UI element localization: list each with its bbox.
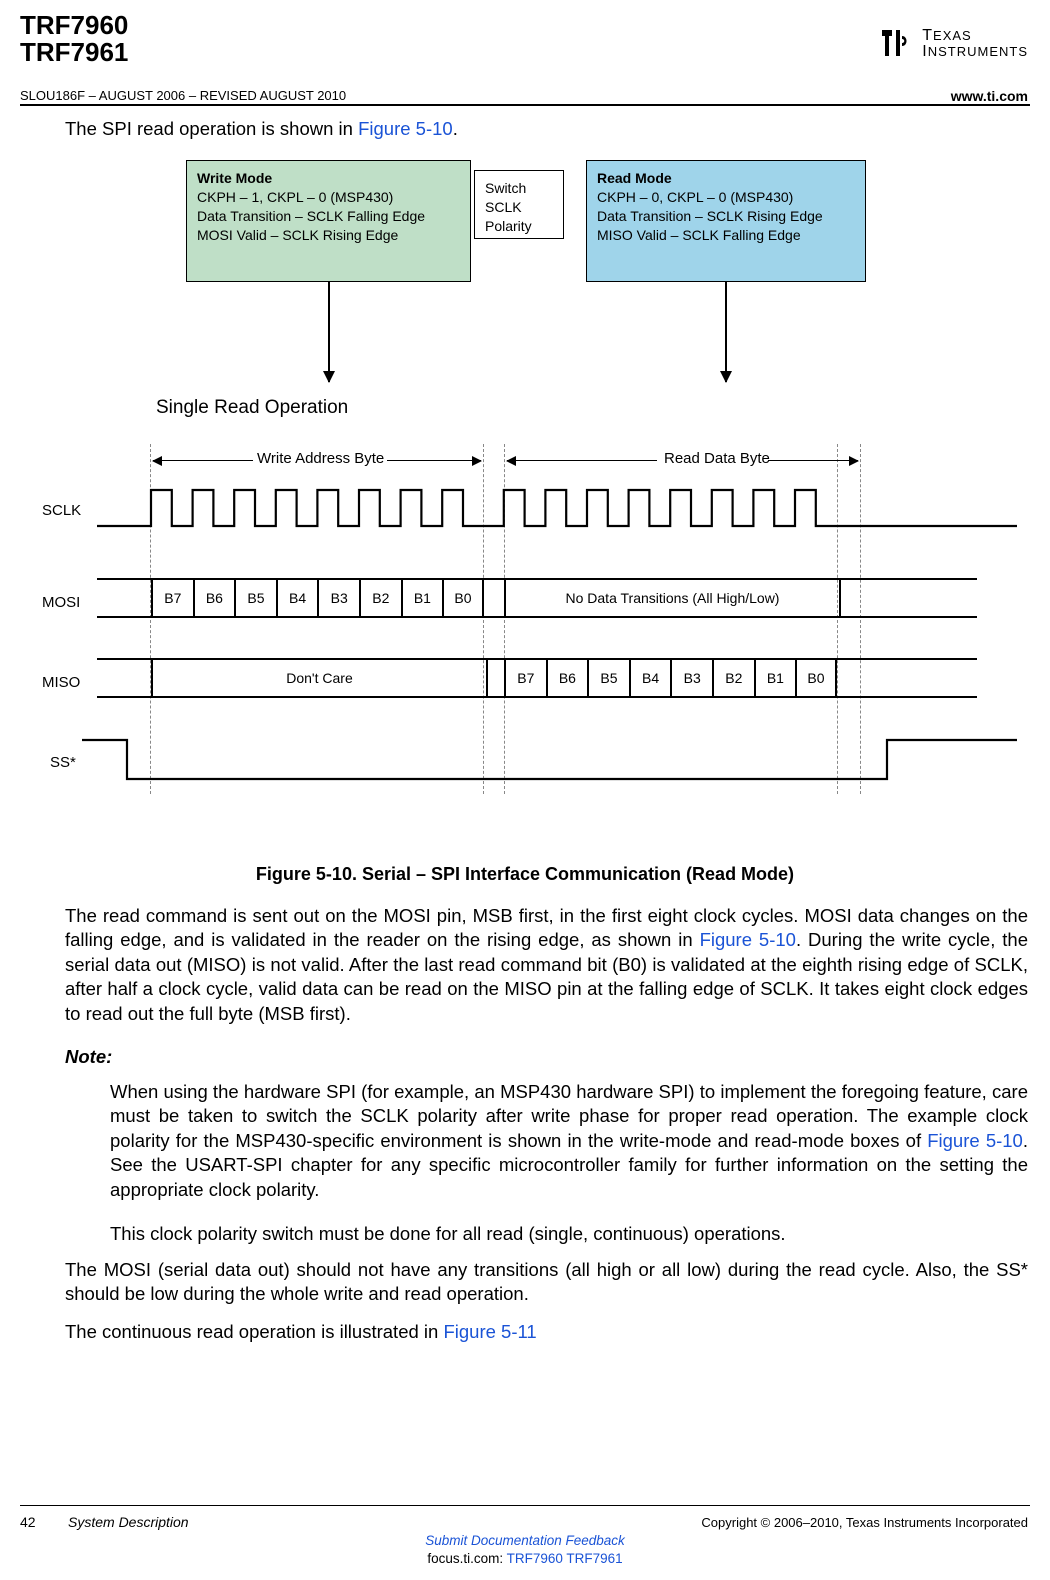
read-mode-l3: MISO Valid – SCLK Falling Edge xyxy=(597,226,855,245)
para-1: The read command is sent out on the MOSI… xyxy=(65,904,1028,1026)
miso-b4: B4 xyxy=(629,660,671,696)
footer-copyright: Copyright © 2006–2010, Texas Instruments… xyxy=(701,1515,1028,1530)
mosi-b7: B7 xyxy=(151,580,193,616)
switch-box: Switch SCLK Polarity xyxy=(474,170,564,239)
footer-center: Submit Documentation Feedback focus.ti.c… xyxy=(0,1532,1050,1568)
arrow-write-right xyxy=(387,460,481,461)
para-3: The continuous read operation is illustr… xyxy=(65,1320,1028,1344)
write-mode-title: Write Mode xyxy=(197,169,460,188)
note-body-2: This clock polarity switch must be done … xyxy=(110,1222,1028,1246)
part2: TRF7961 xyxy=(20,37,128,67)
read-mode-l2: Data Transition – SCLK Rising Edge xyxy=(597,207,855,226)
intro-post: . xyxy=(453,118,458,139)
link-figure-5-10[interactable]: Figure 5-10 xyxy=(358,118,453,139)
switch-l3: Polarity xyxy=(485,217,553,236)
page: TRF7960 TRF7961 TEXAS INSTRUMENTS SLOU18… xyxy=(0,0,1050,1580)
link-focus-product[interactable]: TRF7960 TRF7961 xyxy=(507,1551,623,1566)
header-rule xyxy=(20,104,1030,106)
mosi-label: MOSI xyxy=(42,594,80,611)
sclk-label: SCLK xyxy=(42,502,81,519)
arrow-down-write xyxy=(328,282,330,382)
read-mode-box: Read Mode CKPH – 0, CKPL – 0 (MSP430) Da… xyxy=(586,160,866,282)
miso-b1: B1 xyxy=(754,660,796,696)
arrow-read-left xyxy=(507,460,657,461)
note-title: Note: xyxy=(65,1046,112,1068)
miso-b5: B5 xyxy=(587,660,629,696)
mosi-b6: B6 xyxy=(193,580,235,616)
miso-dont-care: Don't Care xyxy=(151,660,488,696)
note1a: When using the hardware SPI (for example… xyxy=(110,1081,1028,1151)
write-mode-l2: Data Transition – SCLK Falling Edge xyxy=(197,207,460,226)
doc-number: SLOU186F – AUGUST 2006 – REVISED AUGUST … xyxy=(20,88,346,103)
mode-boxes: Write Mode CKPH – 1, CKPL – 0 (MSP430) D… xyxy=(186,160,1006,295)
arrow-down-read xyxy=(725,282,727,382)
read-mode-title: Read Mode xyxy=(597,169,855,188)
mosi-b1: B1 xyxy=(401,580,443,616)
mosi-b0: B0 xyxy=(442,580,484,616)
footer-rule xyxy=(20,1505,1030,1506)
para-2: The MOSI (serial data out) should not ha… xyxy=(65,1258,1028,1307)
switch-l2: SCLK xyxy=(485,198,553,217)
intro-pre: The SPI read operation is shown in xyxy=(65,118,358,139)
ss-waveform xyxy=(82,732,1017,787)
miso-label: MISO xyxy=(42,674,80,691)
mosi-b2: B2 xyxy=(359,580,401,616)
link-submit-feedback[interactable]: Submit Documentation Feedback xyxy=(425,1533,625,1548)
ss-label: SS* xyxy=(50,754,76,771)
link-figure-5-11[interactable]: Figure 5-11 xyxy=(443,1321,536,1342)
sclk-waveform xyxy=(97,486,1017,528)
write-mode-l3: MOSI Valid – SCLK Rising Edge xyxy=(197,226,460,245)
part1: TRF7960 xyxy=(20,10,128,40)
mosi-track: B7 B6 B5 B4 B3 B2 B1 B0 No Data Transiti… xyxy=(97,578,977,618)
intro-para: The SPI read operation is shown in Figur… xyxy=(65,118,1028,140)
link-figure-5-10-c[interactable]: Figure 5-10 xyxy=(927,1130,1023,1151)
note-body-1: When using the hardware SPI (for example… xyxy=(110,1080,1028,1202)
arrow-read-right xyxy=(768,460,858,461)
p3-a: The continuous read operation is illustr… xyxy=(65,1321,443,1342)
read-data-label: Read Data Byte xyxy=(664,450,770,467)
write-address-label: Write Address Byte xyxy=(257,450,384,467)
miso-b3: B3 xyxy=(670,660,712,696)
mosi-b5: B5 xyxy=(234,580,276,616)
miso-b7: B7 xyxy=(504,660,546,696)
miso-b6: B6 xyxy=(546,660,588,696)
part-numbers: TRF7960 TRF7961 xyxy=(20,12,128,67)
switch-l1: Switch xyxy=(485,179,553,198)
header-url[interactable]: www.ti.com xyxy=(951,88,1028,104)
miso-track: Don't Care B7 B6 B5 B4 B3 B2 B1 B0 xyxy=(97,658,977,698)
ti-logo: TEXAS INSTRUMENTS xyxy=(876,24,1028,64)
write-mode-box: Write Mode CKPH – 1, CKPL – 0 (MSP430) D… xyxy=(186,160,471,282)
miso-b0: B0 xyxy=(795,660,837,696)
miso-b2: B2 xyxy=(712,660,754,696)
footer-page: 42 xyxy=(20,1514,36,1530)
single-read-label: Single Read Operation xyxy=(156,397,348,419)
mosi-b3: B3 xyxy=(317,580,359,616)
timing-diagram: Write Address Byte Read Data Byte SCLK M… xyxy=(42,442,1032,832)
read-mode-l1: CKPH – 0, CKPL – 0 (MSP430) xyxy=(597,188,855,207)
footer-focus-pre: focus.ti.com: xyxy=(427,1551,506,1566)
arrow-write-left xyxy=(153,460,253,461)
write-mode-l1: CKPH – 1, CKPL – 0 (MSP430) xyxy=(197,188,460,207)
link-figure-5-10-b[interactable]: Figure 5-10 xyxy=(700,929,796,950)
figure-caption: Figure 5-10. Serial – SPI Interface Comm… xyxy=(0,864,1050,885)
footer-section: System Description xyxy=(68,1514,189,1530)
mosi-no-data: No Data Transitions (All High/Low) xyxy=(504,580,841,616)
mosi-b4: B4 xyxy=(276,580,318,616)
